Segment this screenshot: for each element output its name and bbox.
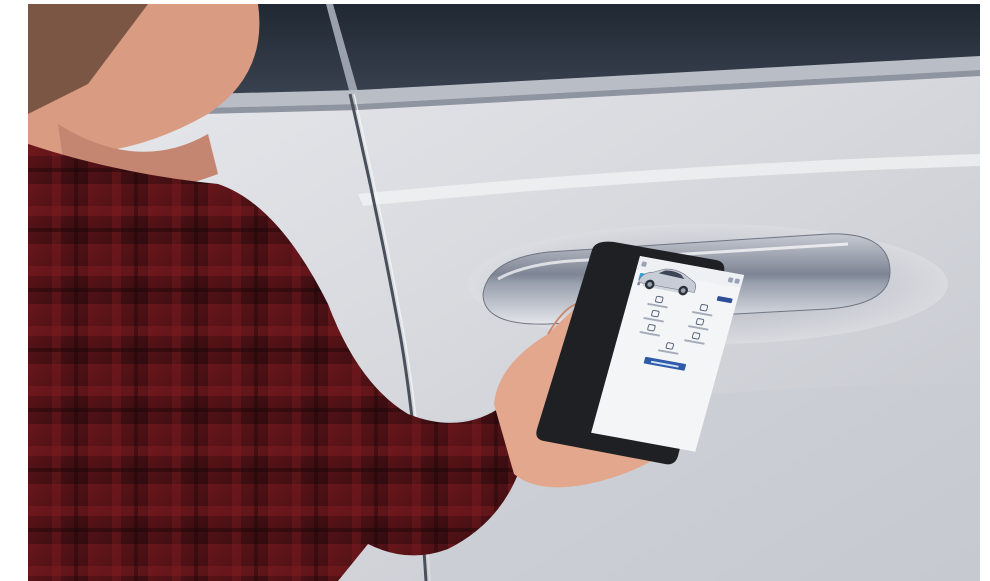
- alert-icon: [691, 331, 701, 340]
- cta-button[interactable]: [643, 356, 687, 371]
- tile-label: [643, 316, 665, 323]
- engine-start-icon: [650, 309, 660, 318]
- tile-label: [691, 310, 713, 317]
- cta-label: [650, 360, 680, 368]
- tile-label: [647, 302, 669, 309]
- tile-label: [657, 349, 679, 355]
- photo-scene: [0, 0, 990, 581]
- unlock-icon: [699, 303, 709, 312]
- climate-icon: [646, 323, 657, 332]
- tile-label: [687, 325, 709, 331]
- car-finder-icon: [695, 317, 705, 326]
- gear-icon[interactable]: [734, 277, 741, 284]
- car-door-photo: [28, 4, 980, 581]
- photo-illustration: [28, 4, 980, 581]
- tile-label: [683, 339, 705, 345]
- bell-icon[interactable]: [727, 276, 734, 283]
- tile-label: [639, 331, 661, 337]
- horn-icon: [665, 341, 675, 350]
- lock-icon: [654, 295, 664, 304]
